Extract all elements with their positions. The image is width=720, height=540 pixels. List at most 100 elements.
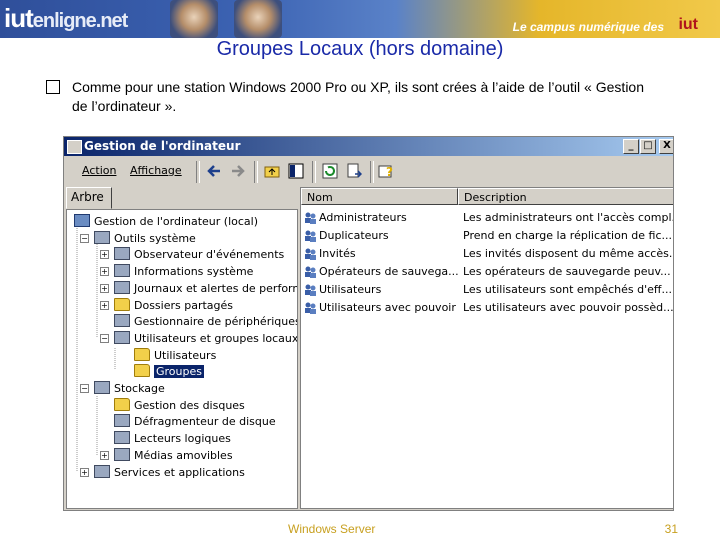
back-arrow-icon[interactable] (206, 163, 222, 179)
group-name: Utilisateurs (319, 283, 382, 296)
logo-sub: enligne.net (32, 10, 129, 32)
footer-course-name: Windows Server (288, 522, 376, 536)
tree-item-label: Services et applications (114, 465, 245, 479)
tree-expander[interactable]: + (100, 283, 109, 293)
group-icon (304, 211, 317, 224)
tree-expander[interactable]: + (100, 300, 109, 310)
folder-icon (134, 347, 150, 361)
tree-item-label: Informations système (134, 265, 254, 279)
tree-item-label: Stockage (114, 382, 165, 395)
export-list-icon[interactable] (346, 163, 362, 179)
tree-item[interactable]: Défragmenteur de disque (114, 414, 276, 429)
group-name: Duplicateurs (319, 229, 389, 242)
tree-expander[interactable]: − (80, 233, 89, 243)
header-banner: iutenligne.net Le campus numérique des i… (0, 0, 720, 38)
tree-expander[interactable]: − (100, 333, 109, 343)
tree-item[interactable]: Outils système (94, 230, 196, 246)
tree-expander[interactable]: + (100, 450, 109, 460)
table-row[interactable]: Administrateurs Les administrateurs ont l… (301, 209, 673, 227)
tree-item[interactable]: Dossiers partagés (114, 297, 234, 313)
iut-logo: iutenligne.net (4, 3, 129, 34)
tree-expander[interactable]: + (100, 250, 109, 260)
folder-icon (114, 397, 130, 411)
help-icon[interactable]: ? (378, 163, 394, 179)
tree-item[interactable]: Médias amovibles (114, 447, 233, 463)
tree-item[interactable]: Informations système (114, 264, 253, 279)
up-folder-icon[interactable] (264, 163, 280, 179)
storage-icon (94, 381, 110, 394)
folder-open-icon (134, 364, 150, 378)
menu-affichage[interactable]: Affichage (130, 164, 182, 177)
computer-management-window: Gestion de l'ordinateur _ □ X Action Aff… (63, 136, 674, 511)
column-header-name[interactable]: Nom (301, 188, 458, 205)
tree-item-label: Défragmenteur de disque (134, 415, 276, 429)
removable-media-icon (114, 447, 130, 461)
table-row[interactable]: Utilisateurs Les utilisateurs sont empêch… (301, 281, 673, 299)
defrag-icon (114, 414, 130, 428)
table-row[interactable]: Invités Les invités disposent du même acc… (301, 245, 673, 263)
window-titlebar[interactable]: Gestion de l'ordinateur (64, 137, 673, 156)
tree-item[interactable]: Lecteurs logiques (114, 431, 231, 446)
tree-item[interactable]: Gestionnaire de périphériques (114, 314, 298, 329)
tree-expander[interactable]: + (100, 267, 109, 277)
forward-arrow-icon[interactable] (230, 163, 246, 179)
group-icon (304, 301, 317, 314)
group-description: Les administrateurs ont l'accès compl... (463, 211, 673, 224)
group-description: Les utilisateurs avec pouvoir possèd... (463, 301, 673, 314)
menu-action[interactable]: Action (82, 164, 116, 177)
tree-expander[interactable]: − (80, 384, 89, 393)
maximize-button[interactable]: □ (640, 139, 656, 154)
tab-arbre[interactable]: Arbre (66, 187, 112, 209)
tree-pane: Gestion de l'ordinateur (local) − Outils s… (66, 209, 298, 509)
tree-item-label: Dossiers partagés (134, 298, 234, 312)
tree-item-label: Gestion des disques (134, 398, 245, 412)
tree-item-label: Utilisateurs (154, 348, 217, 362)
tree-item[interactable]: Utilisateurs (134, 347, 217, 363)
table-row[interactable]: Duplicateurs Prend en charge la réplicati… (301, 227, 673, 245)
tree-item-label: Lecteurs logiques (134, 432, 231, 446)
computer-icon (74, 214, 90, 227)
app-icon (67, 140, 82, 154)
tree-item[interactable]: Groupes (134, 364, 204, 379)
menu-toolbar: Action Affichage (64, 158, 673, 184)
performance-icon (114, 280, 130, 294)
column-header-description[interactable]: Description (458, 188, 673, 205)
close-button[interactable]: X (659, 139, 673, 154)
group-icon (304, 265, 317, 278)
tree-item-label: Groupes (154, 365, 204, 379)
group-icon (304, 283, 317, 296)
minimize-button[interactable]: _ (623, 139, 639, 154)
student-photo (170, 0, 218, 38)
tree-item[interactable]: Observateur d'événements (114, 247, 284, 262)
tree-item-label: Médias amovibles (134, 448, 233, 462)
show-tree-icon[interactable] (288, 163, 304, 179)
tree-item[interactable]: Services et applications (94, 464, 245, 480)
table-row[interactable]: Utilisateurs avec pouvoir Les utilisateur… (301, 299, 673, 317)
group-name: Administrateurs (319, 211, 407, 224)
group-name: Invités (319, 247, 356, 260)
tree-item[interactable]: Utilisateurs et groupes locaux (114, 330, 297, 346)
tree-item-label: Gestionnaire de périphériques (134, 315, 298, 329)
bullet-checkbox-icon (46, 80, 60, 94)
group-name: Utilisateurs avec pouvoir (319, 301, 456, 314)
drive-icon (114, 431, 130, 445)
refresh-icon[interactable] (322, 163, 338, 179)
info-icon (114, 264, 130, 278)
table-row[interactable]: Opérateurs de sauvega... Les opérateurs d… (301, 263, 673, 281)
tree-item[interactable]: Gestion de l'ordinateur (local) (74, 214, 258, 229)
tree-expander[interactable]: + (80, 467, 89, 477)
group-description: Prend en charge la réplication de fic... (463, 229, 673, 242)
group-description: Les opérateurs de sauvegarde peuv... (463, 265, 671, 278)
slide-title: Groupes Locaux (hors domaine) (216, 38, 504, 60)
tree-item-label: Outils système (114, 231, 196, 245)
tree-item-label: Observateur d'événements (134, 248, 285, 262)
student-photo (234, 0, 282, 38)
tree-item[interactable]: Stockage (94, 381, 165, 396)
svg-text:?: ? (386, 165, 393, 179)
group-icon (304, 247, 317, 260)
tree-item-label: Journaux et alertes de performar (134, 281, 298, 295)
tools-icon (94, 230, 110, 244)
tree-item[interactable]: Journaux et alertes de performar (114, 280, 298, 296)
tree-item[interactable]: Gestion des disques (114, 397, 245, 413)
users-icon (114, 330, 130, 344)
